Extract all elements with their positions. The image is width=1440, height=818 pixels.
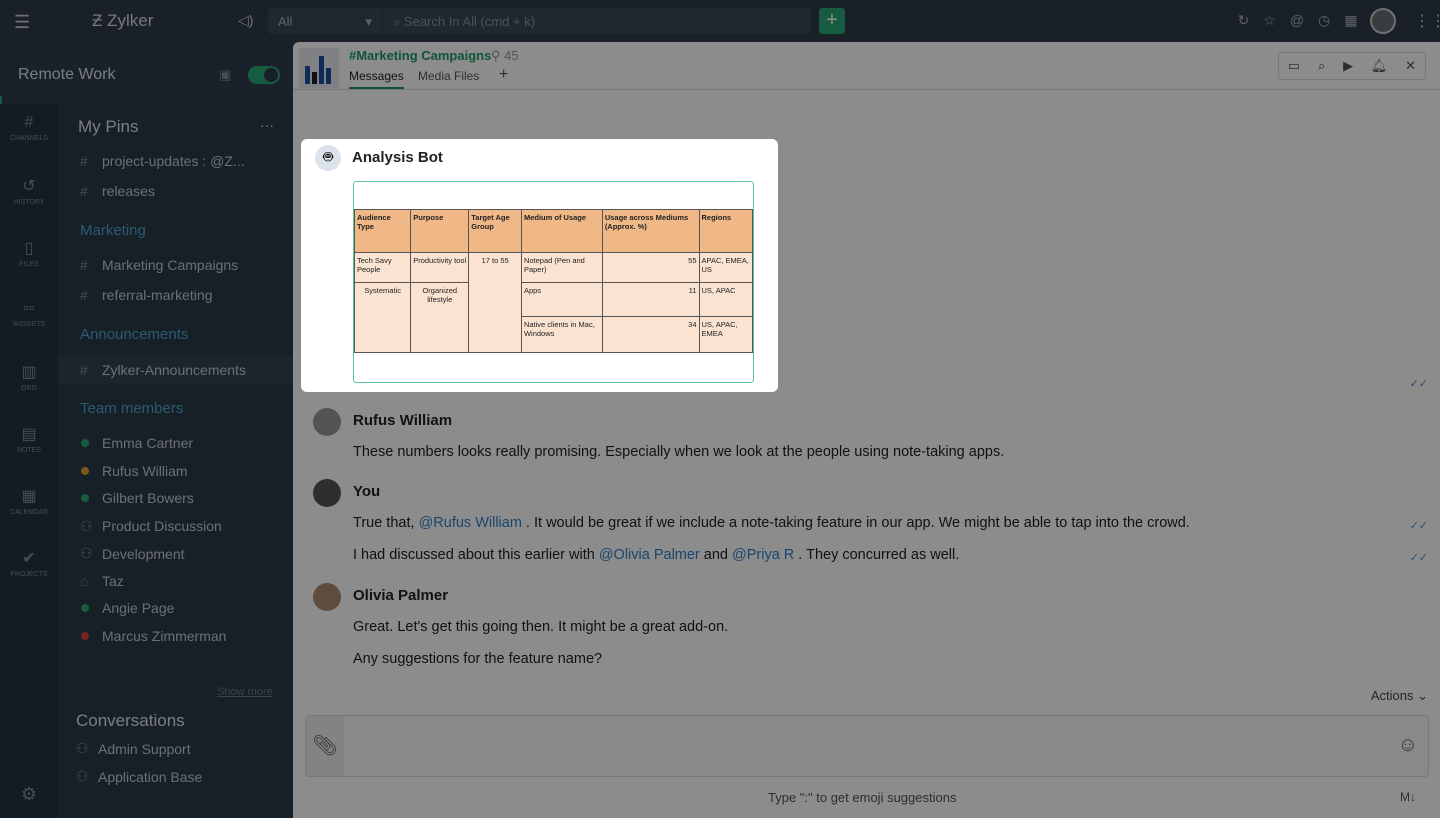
- table-cell: Tech Savy People: [353, 252, 412, 283]
- table-cell: 34: [601, 316, 700, 353]
- table-cell: 11: [601, 282, 700, 317]
- sender-name[interactable]: Analysis Bot: [352, 149, 443, 166]
- table-cell: Notepad (Pen and Paper): [520, 252, 603, 283]
- table-header: Target Age Group: [468, 209, 522, 253]
- table-header: Regions: [698, 209, 754, 253]
- table-cell: Native clients in Mac, Windows: [520, 316, 603, 353]
- table-cell: APAC, EMEA, US: [698, 252, 754, 283]
- highlighted-bot-message: 🤖︎ Analysis Bot Audience Type Purpose Targ…: [301, 139, 778, 392]
- table-header: Usage across Mediums (Approx. %): [601, 209, 700, 253]
- table-cell: Systematic: [353, 282, 412, 353]
- table-cell: Productivity tool: [410, 252, 470, 283]
- table-header: Audience Type: [353, 209, 412, 253]
- table-cell: Organized lifestyle: [410, 282, 470, 353]
- table-image[interactable]: Audience Type Purpose Target Age Group Medi…: [353, 181, 754, 383]
- audience-table: Audience Type Purpose Target Age Group Medi…: [353, 209, 754, 353]
- table-cell: US, APAC, EMEA: [698, 316, 754, 353]
- table-cell: US, APAC: [698, 282, 754, 317]
- table-cell: Apps: [520, 282, 603, 317]
- table-header: Purpose: [410, 209, 470, 253]
- table-header: Medium of Usage: [520, 209, 603, 253]
- dim-overlay: [0, 0, 1440, 818]
- table-cell: 17 to 55: [468, 252, 522, 353]
- table-cell: 55: [601, 252, 700, 283]
- bot-avatar-icon: 🤖︎: [315, 145, 341, 171]
